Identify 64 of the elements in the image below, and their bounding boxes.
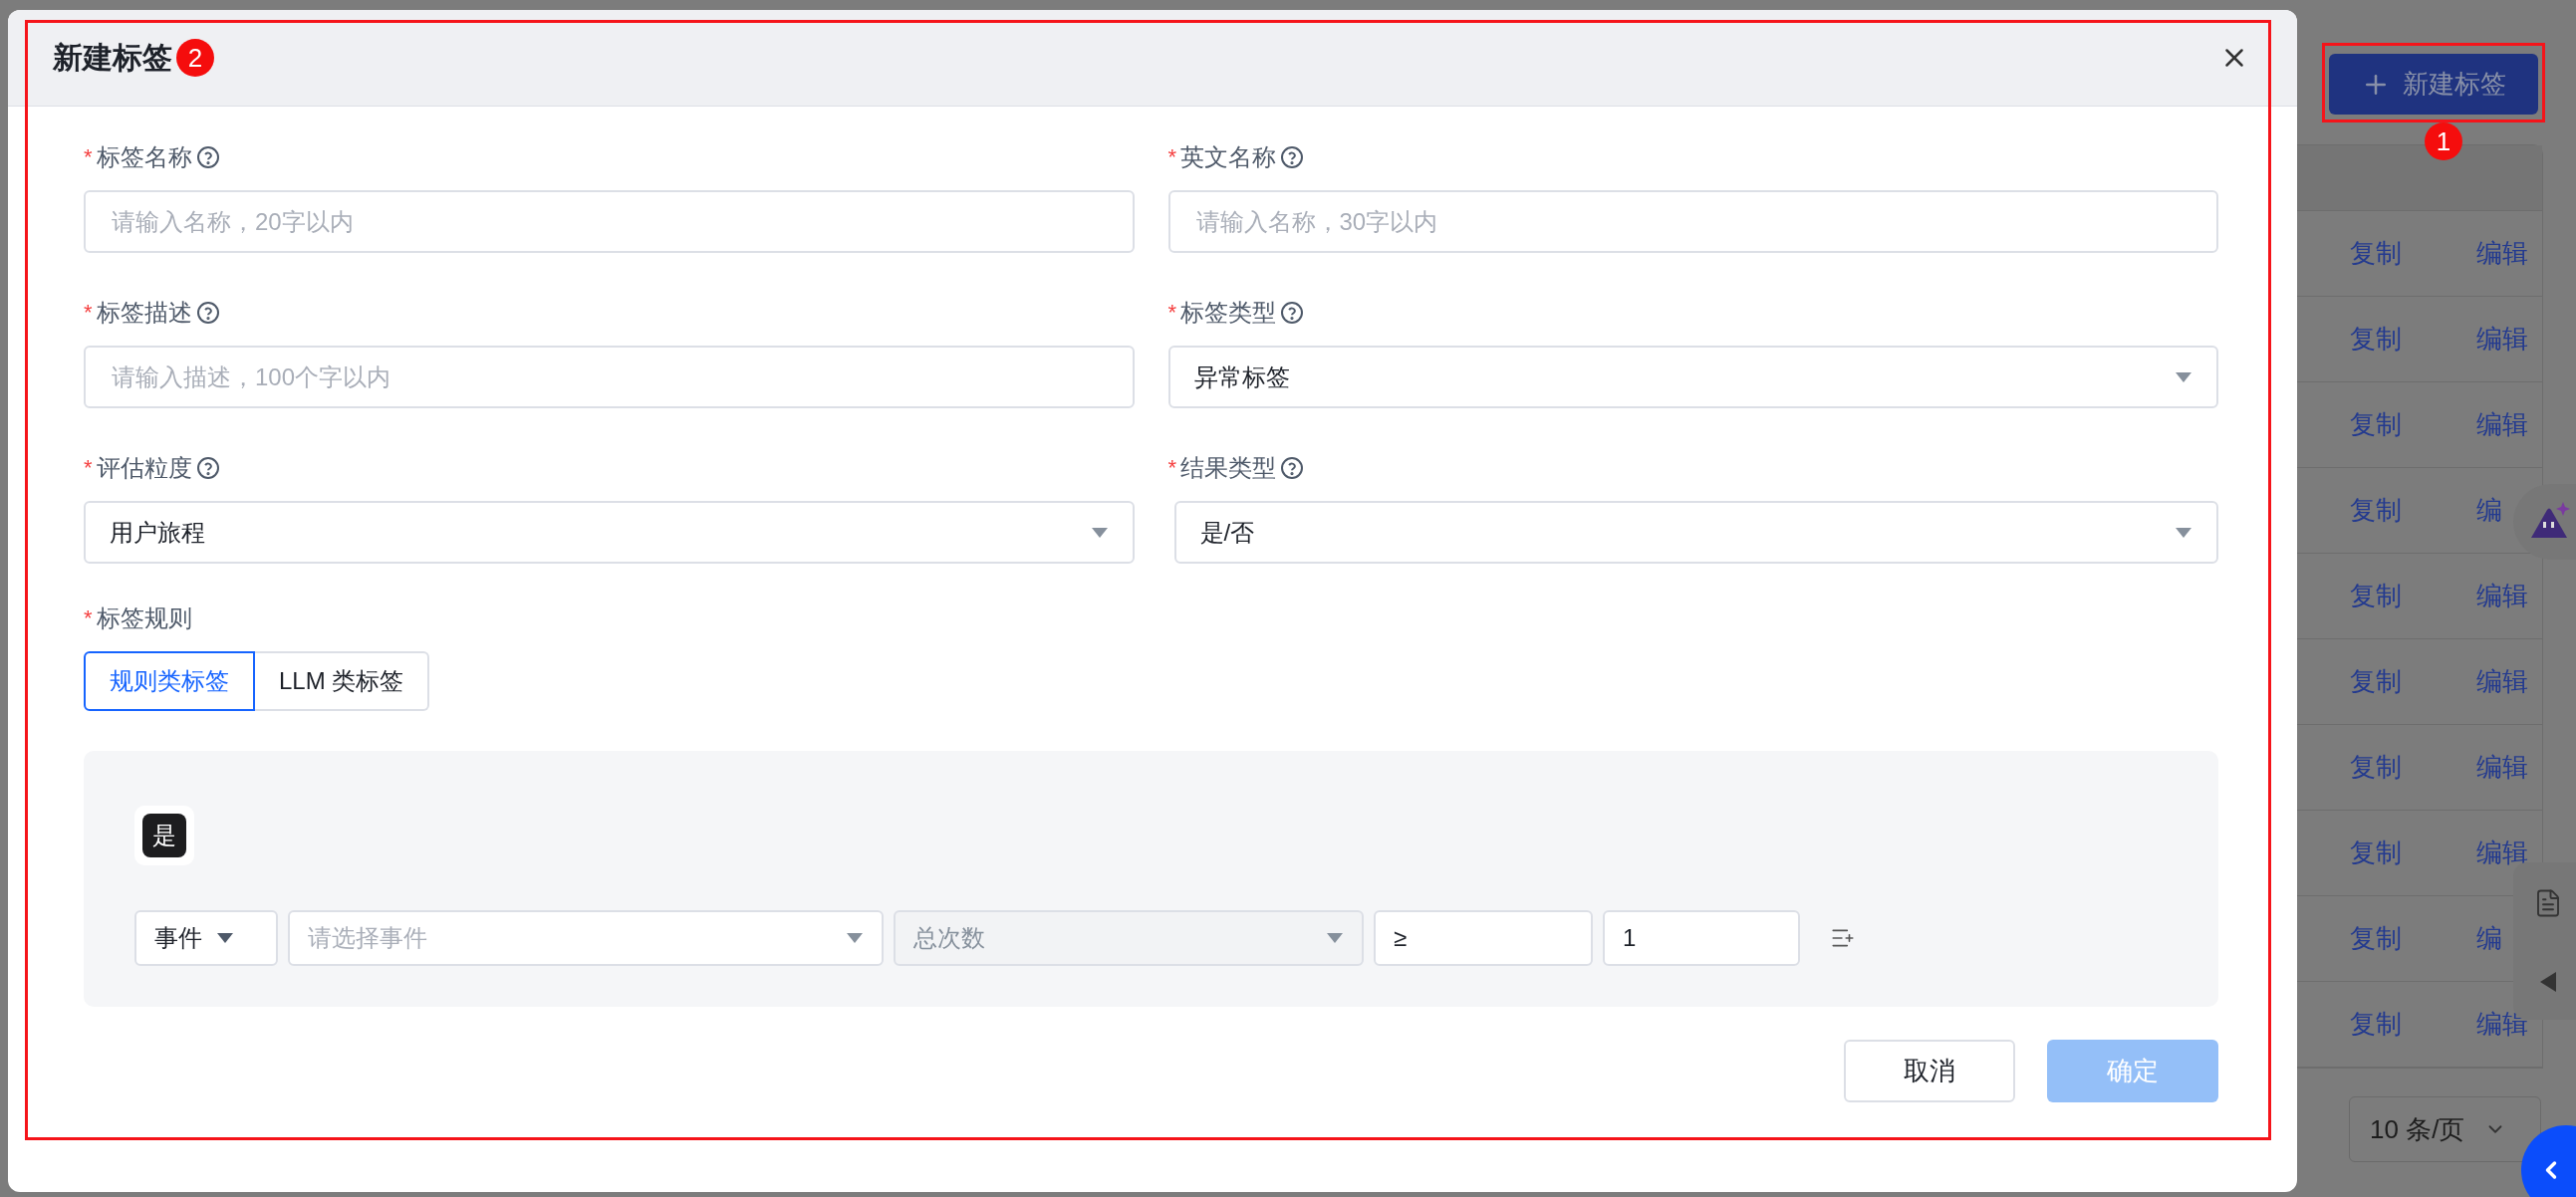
required-mark: * <box>84 300 93 326</box>
required-mark: * <box>1167 455 1177 481</box>
copy-link[interactable]: 复制 <box>2350 407 2402 442</box>
help-icon[interactable] <box>195 145 220 169</box>
caret-icon <box>2175 370 2192 383</box>
field-label: 标签规则 <box>96 603 192 633</box>
caret-icon <box>2175 526 2192 539</box>
required-mark: * <box>1167 144 1177 170</box>
caret-icon <box>1326 932 1344 944</box>
edit-link[interactable]: 编辑 <box>2476 750 2528 785</box>
dialog-title: 新建标签 <box>53 39 172 76</box>
create-tag-button[interactable]: 新建标签 <box>2329 54 2538 115</box>
copy-link[interactable]: 复制 <box>2350 921 2402 956</box>
text-field[interactable]: 请输入名称，20字以内 <box>84 190 1135 253</box>
copy-link[interactable]: 复制 <box>2350 664 2402 699</box>
text-field[interactable]: ≥ <box>1374 910 1593 966</box>
caret-icon <box>1090 526 1109 539</box>
copy-link[interactable]: 复制 <box>2350 1007 2402 1042</box>
text-field[interactable]: 1 <box>1603 910 1800 966</box>
select-field[interactable]: 请选择事件 <box>288 910 884 966</box>
cancel-button[interactable]: 取消 <box>1844 1040 2015 1102</box>
copy-link[interactable]: 复制 <box>2350 579 2402 613</box>
field-label: 英文名称 <box>1180 142 1277 172</box>
field-label: 评估粒度 <box>96 453 192 483</box>
edit-link[interactable]: 编 <box>2476 921 2502 956</box>
field-label: 标签描述 <box>96 298 192 328</box>
step-badge: 2 <box>176 39 214 77</box>
field-label: 标签名称 <box>96 142 192 172</box>
select-field[interactable]: 异常标签 <box>1167 346 2218 408</box>
button-label: 新建标签 <box>2403 68 2506 101</box>
required-mark: * <box>1167 300 1177 326</box>
copy-link[interactable]: 复制 <box>2350 836 2402 870</box>
branch-tag: 是 <box>142 814 186 857</box>
text-field[interactable]: 请输入描述，100个字以内 <box>84 346 1135 408</box>
rule-type-tab[interactable]: LLM 类标签 <box>255 651 430 711</box>
copy-link[interactable]: 复制 <box>2350 750 2402 785</box>
select-field[interactable]: 是/否 <box>1173 501 2218 564</box>
collapse-icon[interactable] <box>2538 970 2558 994</box>
help-icon[interactable] <box>1280 145 1305 169</box>
help-icon[interactable] <box>195 456 220 480</box>
help-icon[interactable] <box>195 301 220 325</box>
rule-type-tab[interactable]: 规则类标签 <box>84 651 255 711</box>
select-field[interactable]: 用户旅程 <box>84 501 1135 564</box>
copy-link[interactable]: 复制 <box>2350 236 2402 271</box>
select-field[interactable]: 事件 <box>134 910 278 966</box>
edit-link[interactable]: 编辑 <box>2476 664 2528 699</box>
help-icon[interactable] <box>1280 456 1305 480</box>
required-mark: * <box>84 455 93 481</box>
copy-link[interactable]: 复制 <box>2350 322 2402 357</box>
copy-link[interactable]: 复制 <box>2350 493 2402 528</box>
caret-icon <box>216 932 234 944</box>
edit-link[interactable]: 编辑 <box>2476 407 2528 442</box>
caret-icon <box>846 932 864 944</box>
edit-link[interactable]: 编辑 <box>2476 836 2528 870</box>
required-mark: * <box>84 605 93 631</box>
edit-link[interactable]: 编辑 <box>2476 236 2528 271</box>
edit-link[interactable]: 编 <box>2476 493 2502 528</box>
help-icon[interactable] <box>1280 301 1305 325</box>
text-field[interactable]: 请输入名称，30字以内 <box>1167 190 2218 253</box>
edit-link[interactable]: 编辑 <box>2476 322 2528 357</box>
field-label: 结果类型 <box>1180 453 1277 483</box>
edit-link[interactable]: 编辑 <box>2476 579 2528 613</box>
required-mark: * <box>84 144 93 170</box>
field-label: 标签类型 <box>1180 298 1277 328</box>
